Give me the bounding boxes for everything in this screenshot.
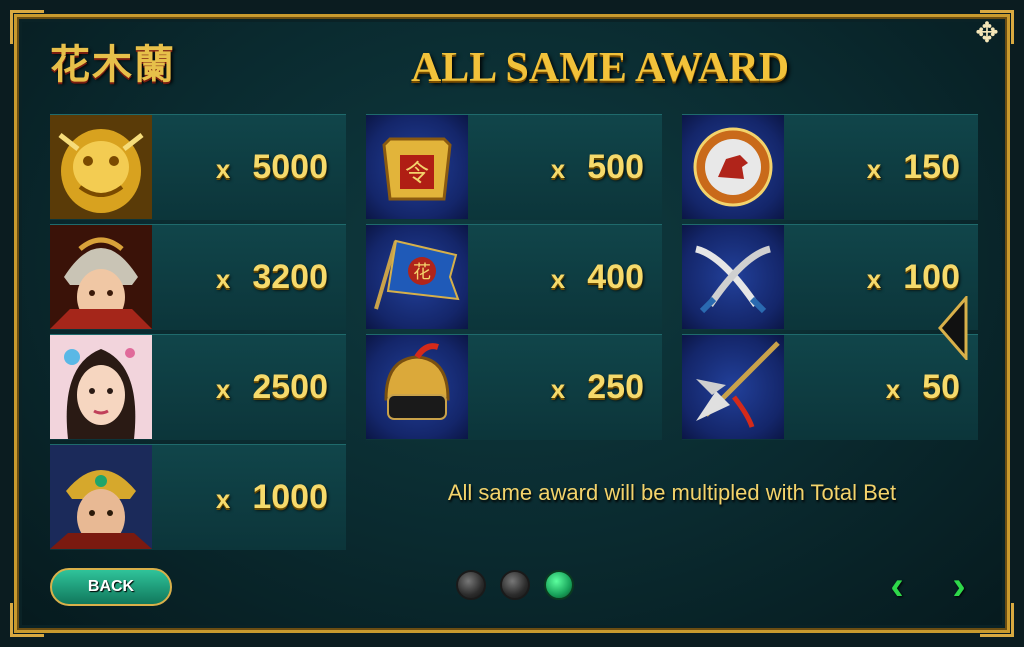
golden-dragon-icon (50, 115, 152, 219)
multiplier-text: x 500 (550, 148, 644, 186)
corner-ornament (10, 10, 44, 44)
page-indicator-dot[interactable] (456, 570, 486, 600)
halberd-icon (682, 335, 784, 439)
chevron-left-icon[interactable]: ‹ (882, 566, 912, 606)
page-indicator-dot-active[interactable] (544, 570, 574, 600)
move-arrows-icon[interactable]: ✥ (972, 18, 1002, 48)
paytable-row: x 5000 (50, 114, 346, 220)
paytable-row: x 100 (682, 224, 978, 330)
paytable-row: x 50 (682, 334, 978, 440)
paytable-row: 令 x 500 (366, 114, 662, 220)
warrior-helmet-woman-icon (50, 225, 152, 329)
paytable-row: x 250 (366, 334, 662, 440)
svg-text:令: 令 (405, 159, 429, 187)
corner-ornament (10, 603, 44, 637)
crossed-swords-icon (682, 225, 784, 329)
corner-ornament (980, 603, 1014, 637)
horse-shield-icon (682, 115, 784, 219)
paytable-row: x 1000 (50, 444, 346, 550)
page-left-arrow-icon[interactable] (936, 293, 970, 363)
back-button[interactable]: BACK (50, 568, 172, 606)
command-token-icon: 令 (366, 115, 468, 219)
multiplier-text: x 5000 (215, 148, 328, 186)
page-title: ALL SAME AWARD (410, 45, 790, 91)
male-warrior-icon (50, 445, 152, 549)
multiplier-text: x 2500 (215, 368, 328, 406)
multiplier-text: x 3200 (215, 258, 328, 296)
multiplier-text: x 150 (866, 148, 960, 186)
golden-helmet-icon (366, 335, 468, 439)
multiplier-text: x 250 (550, 368, 644, 406)
paytable-row: x 150 (682, 114, 978, 220)
chevron-right-icon[interactable]: › (944, 566, 974, 606)
award-note: All same award will be multipled with To… (447, 480, 897, 505)
multiplier-text: x 1000 (215, 478, 328, 516)
paytable-row: x 3200 (50, 224, 346, 330)
paytable-row: 花 x 400 (366, 224, 662, 330)
svg-text:花: 花 (413, 262, 431, 283)
multiplier-text: x 400 (550, 258, 644, 296)
paytable-row: x 2500 (50, 334, 346, 440)
lady-portrait-icon (50, 335, 152, 439)
page-indicator-dot[interactable] (500, 570, 530, 600)
game-logo: 花木蘭 (50, 41, 176, 88)
battle-flag-icon: 花 (366, 225, 468, 329)
